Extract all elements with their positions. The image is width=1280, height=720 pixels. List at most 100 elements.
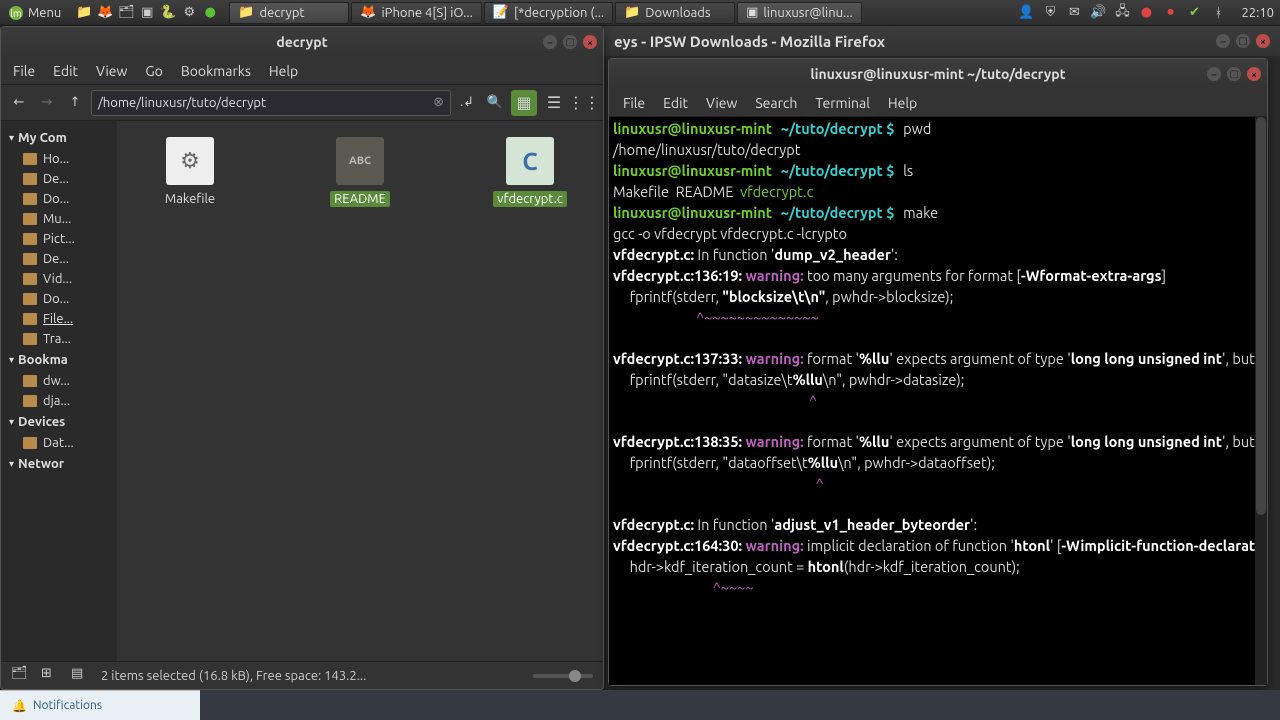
menu-bookmarks[interactable]: Bookmarks — [175, 61, 257, 81]
terminal-scrollbar[interactable] — [1255, 117, 1267, 685]
minimize-button[interactable]: – — [1207, 67, 1221, 81]
bluetooth-icon[interactable]: ᚼ — [1209, 4, 1227, 22]
sidebar-label: De... — [43, 252, 69, 266]
terminal-output[interactable]: linuxusr@linuxusr-mint ~/tuto/decrypt $ … — [609, 117, 1267, 685]
taskbar-item[interactable]: 📁decrypt — [229, 2, 349, 24]
file-label: vfdecrypt.c — [493, 191, 567, 207]
clock[interactable]: 22:10 — [1235, 6, 1280, 20]
sidebar-section[interactable]: My Com — [3, 127, 115, 149]
sidebar-item[interactable]: Do... — [3, 189, 115, 209]
volume-icon[interactable]: 🔊 — [1089, 4, 1107, 22]
maximize-button[interactable]: ▢ — [1227, 67, 1241, 81]
taskbar-item[interactable]: 📝[*decryption (... — [484, 2, 613, 24]
minimize-button[interactable]: – — [543, 35, 557, 49]
launcher-web-icon[interactable]: ● — [201, 4, 219, 22]
minimize-button[interactable]: – — [1216, 34, 1230, 48]
open-terminal-icon[interactable]: .↲ — [455, 91, 479, 115]
launcher-terminal-icon[interactable]: ▣ — [138, 4, 156, 22]
sidebar-item[interactable]: Ho... — [3, 149, 115, 169]
close-button[interactable]: × — [583, 35, 597, 49]
sidebar-item[interactable]: Tra... — [3, 329, 115, 349]
record-icon[interactable]: ● — [1137, 4, 1155, 22]
path-input[interactable]: /home/linuxusr/tuto/decrypt ⊗ — [91, 90, 451, 116]
terminal-title: linuxusr@linuxusr-mint ~/tuto/decrypt — [810, 66, 1065, 82]
menu-file[interactable]: File — [7, 61, 41, 81]
sidebar-label: Pict... — [43, 232, 75, 246]
menu-help[interactable]: Help — [263, 61, 304, 81]
clear-path-icon[interactable]: ⊗ — [433, 95, 444, 110]
sidebar-section[interactable]: Bookma — [3, 349, 115, 371]
maximize-button[interactable]: ▢ — [563, 35, 577, 49]
power-icon[interactable]: ✔ — [1185, 4, 1203, 22]
sidebar-item[interactable]: Dat... — [3, 433, 115, 453]
forward-button[interactable]: → — [35, 91, 59, 115]
back-button[interactable]: ← — [7, 91, 31, 115]
envelope-icon[interactable]: ✉ — [1065, 4, 1083, 22]
sidebar-item[interactable]: De... — [3, 169, 115, 189]
list-view-button[interactable]: ☰ — [541, 90, 567, 116]
sidebar-section[interactable]: Networ — [3, 453, 115, 475]
sidebar-item[interactable]: Do... — [3, 289, 115, 309]
launcher-ide-icon[interactable]: ⚙ — [180, 4, 198, 22]
sidebar-item[interactable]: File... — [3, 309, 115, 329]
sidebar-item[interactable]: Pict... — [3, 229, 115, 249]
launcher-firefox-icon[interactable]: 🦊 — [96, 4, 114, 22]
sidebar-section[interactable]: Devices — [3, 411, 115, 433]
file-thumb-icon: ⚙ — [166, 137, 214, 185]
folder-icon — [23, 395, 37, 407]
close-button[interactable]: × — [1256, 34, 1270, 48]
sidebar-item[interactable]: Vid... — [3, 269, 115, 289]
menu-view[interactable]: View — [90, 61, 133, 81]
menu-view[interactable]: View — [698, 93, 745, 113]
file-item[interactable]: ⚙Makefile — [125, 137, 255, 207]
sidebar-label: Dat... — [43, 436, 74, 450]
sidebar-item[interactable]: Mu... — [3, 209, 115, 229]
network-icon[interactable]: 🖧 — [1113, 4, 1131, 22]
svg-text:lm: lm — [10, 8, 21, 19]
file-manager-menubar: File Edit View Go Bookmarks Help — [1, 57, 603, 85]
taskbar-item[interactable]: ▣linuxusr@linu... — [737, 2, 862, 24]
files-icon[interactable]: 🗂 — [11, 666, 31, 686]
sidebar-item[interactable]: dw... — [3, 371, 115, 391]
menu-search[interactable]: Search — [747, 93, 805, 113]
zoom-slider[interactable] — [533, 674, 593, 678]
sidebar-label: Ho... — [43, 152, 69, 166]
search-icon[interactable]: 🔍 — [483, 91, 507, 115]
firefox-window-titlebar[interactable]: eys - IPSW Downloads - Mozilla Firefox –… — [604, 26, 1280, 56]
shield-icon[interactable]: ⛨ — [1041, 4, 1059, 22]
menu-help[interactable]: Help — [880, 93, 925, 113]
launcher-python-icon[interactable]: 🐍 — [159, 4, 177, 22]
up-button[interactable]: ↑ — [63, 91, 87, 115]
sidebar-item[interactable]: dja... — [3, 391, 115, 411]
menu-file[interactable]: File — [615, 93, 653, 113]
menu-go[interactable]: Go — [139, 61, 168, 81]
maximize-button[interactable]: ▢ — [1236, 34, 1250, 48]
taskbar-label: [*decryption (... — [514, 6, 604, 20]
notification-panel[interactable]: 🔔Notifications — [0, 690, 200, 720]
icon-view-button[interactable]: ▦ — [511, 90, 537, 116]
status-text: 2 items selected (16.8 kB), Free space: … — [101, 669, 366, 683]
file-pane[interactable]: ⚙Makefile ABCREADME Cvfdecrypt.c — [117, 121, 603, 661]
launcher-filemanager-icon[interactable]: 📁 — [75, 4, 93, 22]
menu-edit[interactable]: Edit — [655, 93, 696, 113]
terminal-titlebar[interactable]: linuxusr@linuxusr-mint ~/tuto/decrypt – … — [609, 59, 1267, 89]
menu-button[interactable]: lm Menu — [0, 0, 69, 25]
taskbar-item[interactable]: 🦊iPhone 4[S] iO... — [351, 2, 481, 24]
close-button[interactable]: × — [1247, 67, 1261, 81]
user-icon[interactable]: 👤 — [1017, 4, 1035, 22]
tree-icon[interactable]: ⊞ — [41, 666, 61, 686]
thumb-icon[interactable]: ▤ — [71, 666, 91, 686]
menu-edit[interactable]: Edit — [47, 61, 84, 81]
file-item[interactable]: Cvfdecrypt.c — [465, 137, 595, 207]
record2-icon[interactable]: ⏺ — [1161, 4, 1179, 22]
taskbar-item[interactable]: 📁Downloads — [615, 2, 735, 24]
folder-icon — [23, 437, 37, 449]
file-item[interactable]: ABCREADME — [295, 137, 425, 207]
launcher-files-icon[interactable]: 🗂 — [117, 4, 135, 22]
menu-terminal[interactable]: Terminal — [807, 93, 878, 113]
statusbar: 🗂 ⊞ ▤ 2 items selected (16.8 kB), Free s… — [1, 661, 603, 689]
compact-view-button[interactable]: ⋮⋮ — [571, 90, 597, 116]
file-manager-titlebar[interactable]: decrypt – ▢ × — [1, 27, 603, 57]
top-panel: lm Menu 📁 🦊 🗂 ▣ 🐍 ⚙ ● 📁decrypt🦊iPhone 4[… — [0, 0, 1280, 26]
sidebar-item[interactable]: De... — [3, 249, 115, 269]
